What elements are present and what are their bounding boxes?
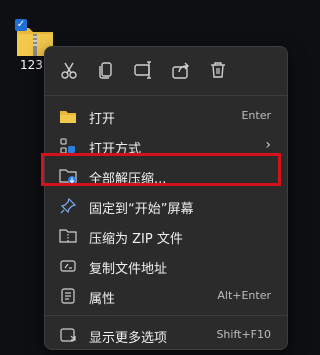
menu-item-label: 压缩为 ZIP 文件 <box>89 232 183 247</box>
menu-item-label: 打开 <box>89 112 116 127</box>
menu-item-more-options[interactable]: 显示更多选项 Shift+F10 <box>47 320 285 350</box>
copy-icon[interactable] <box>95 59 117 81</box>
more-options-icon <box>60 328 76 342</box>
menu-item-accelerator: Alt+Enter <box>217 289 271 302</box>
menu-item-label: 复制文件地址 <box>89 262 168 277</box>
menu-item-pin-start[interactable]: 固定到“开始”屏幕 <box>47 191 285 221</box>
rename-icon[interactable] <box>132 59 154 81</box>
trash-icon[interactable] <box>207 59 229 81</box>
menu-item-label: 属性 <box>89 292 116 307</box>
context-menu: 打开 Enter 打开方式 › 全部解压缩... 固定到“开始”屏幕 压缩为 Z… <box>44 46 288 350</box>
desktop-item-label: 123 <box>20 58 43 72</box>
scissors-icon[interactable] <box>58 59 80 81</box>
menu-item-label: 显示更多选项 <box>89 331 168 346</box>
pin-icon <box>60 197 77 214</box>
share-icon[interactable] <box>170 59 192 81</box>
menu-item-copy-path[interactable]: 复制文件地址 <box>47 251 285 281</box>
menu-item-compress-zip[interactable]: 压缩为 ZIP 文件 <box>47 221 285 251</box>
menu-item-accelerator: Enter <box>241 109 271 122</box>
chevron-right-icon: › <box>265 137 271 153</box>
menu-item-label: 固定到“开始”屏幕 <box>89 202 194 217</box>
menu-separator <box>45 315 287 316</box>
properties-icon <box>61 288 75 304</box>
highlight-box <box>41 153 281 186</box>
menu-item-open[interactable]: 打开 Enter <box>47 101 285 131</box>
selection-checkbox[interactable]: ✓ <box>15 19 27 31</box>
menu-item-accelerator: Shift+F10 <box>216 328 271 341</box>
quick-actions-bar <box>45 47 287 93</box>
menu-item-properties[interactable]: 属性 Alt+Enter <box>47 281 285 311</box>
menu-separator <box>45 95 287 96</box>
folder-open-icon <box>60 111 76 123</box>
zip-icon <box>59 229 77 243</box>
copy-path-icon <box>60 260 76 272</box>
